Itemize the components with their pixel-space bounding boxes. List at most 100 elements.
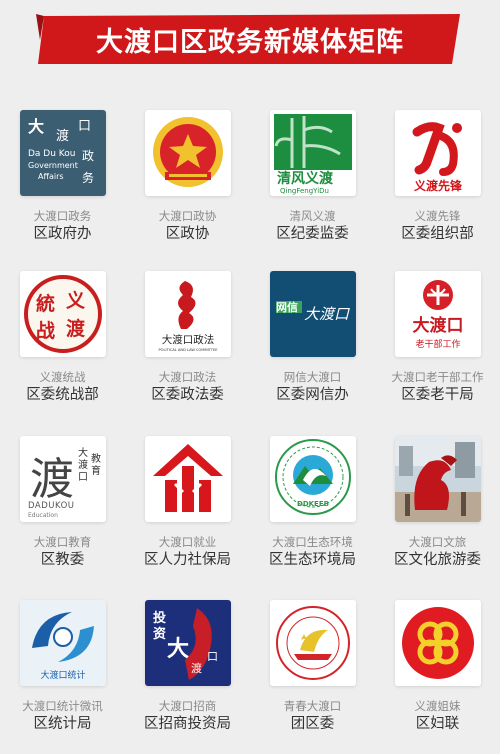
account-card-womens-federation[interactable]: 义渡姐妹 区妇联 xyxy=(375,600,500,733)
account-name: 大渡口生态环境 xyxy=(272,535,353,549)
political-legal-committee-seal-icon: 大渡口政法 POLITICAL AND LAW COMMITTEE xyxy=(144,271,231,357)
department-name: 区纪委监委 xyxy=(276,226,349,242)
svg-text:Government: Government xyxy=(28,161,78,170)
department-name: 区统计局 xyxy=(33,716,92,732)
department-name: 区招商投资局 xyxy=(144,716,231,732)
account-name: 网信大渡口 xyxy=(283,370,342,384)
department-name: 区委网信办 xyxy=(276,387,349,403)
yidu-tongzhan-seal-icon: 統 义 战 渡 xyxy=(19,271,106,357)
ecology-environment-logo-icon: DDKEEB xyxy=(269,436,356,522)
department-name: 区生态环境局 xyxy=(269,552,356,568)
department-name: 区政协 xyxy=(165,226,210,242)
department-name: 区政府办 xyxy=(33,226,92,242)
account-card-united-front[interactable]: 統 义 战 渡 义渡统战 区委统战部 xyxy=(0,271,125,404)
cppcc-emblem-icon xyxy=(144,110,231,196)
account-name: 大渡口统计微讯 xyxy=(22,699,103,713)
account-name: 清风义渡 xyxy=(289,209,336,223)
account-name: 义渡统战 xyxy=(39,370,86,384)
account-card-cppcc[interactable]: 大渡口政协 区政协 xyxy=(125,110,250,243)
investment-logo-icon: 投 资 大 渡 口 xyxy=(144,600,231,686)
svg-text:大渡口政法: 大渡口政法 xyxy=(161,333,214,346)
svg-text:Affairs: Affairs xyxy=(38,172,64,181)
account-name: 大渡口文旅 xyxy=(408,535,467,549)
svg-text:大: 大 xyxy=(78,446,88,459)
svg-text:DADUKOU: DADUKOU xyxy=(28,501,75,511)
account-card-government-office[interactable]: 大 渡 口 Da Du Kou Government Affairs 政 务 大… xyxy=(0,110,125,243)
employment-logo-icon xyxy=(144,436,231,522)
svg-text:义: 义 xyxy=(66,290,85,312)
department-name: 区文化旅游委 xyxy=(394,552,481,568)
svg-text:Da Du Kou: Da Du Kou xyxy=(28,149,75,159)
account-card-cyberspace-office[interactable]: 网信 大渡口 网信大渡口 区委网信办 xyxy=(250,271,375,404)
svg-text:网信: 网信 xyxy=(276,300,298,314)
account-card-human-resources[interactable]: 大渡口就业 区人力社保局 xyxy=(125,436,250,569)
veteran-cadres-logo-icon: 大渡口 老干部工作 xyxy=(394,271,481,357)
account-name: 大渡口就业 xyxy=(158,535,217,549)
svg-text:口: 口 xyxy=(78,119,91,134)
account-card-veteran-cadres[interactable]: 大渡口 老干部工作 大渡口老干部工作 区委老干局 xyxy=(375,271,500,404)
dadukou-government-affairs-logo-icon: 大 渡 口 Da Du Kou Government Affairs 政 务 xyxy=(19,110,106,196)
account-card-organization-dept[interactable]: 义渡先锋 义渡先锋 区委组织部 xyxy=(375,110,500,243)
account-name: 大渡口政务 xyxy=(33,209,92,223)
svg-text:渡: 渡 xyxy=(56,128,69,144)
account-card-education-commission[interactable]: 渡 大 渡 口 教 育 DADUKOU Education 大渡口教育 区教委 xyxy=(0,436,125,569)
svg-text:DDKEEB: DDKEEB xyxy=(297,500,329,508)
department-name: 区委政法委 xyxy=(151,387,224,403)
department-name: 区人力社保局 xyxy=(144,552,231,568)
account-name: 义渡先锋 xyxy=(414,209,461,223)
svg-text:口: 口 xyxy=(207,650,218,663)
svg-text:大: 大 xyxy=(28,117,44,136)
account-name: 义渡姐妹 xyxy=(414,699,461,713)
svg-text:渡: 渡 xyxy=(66,317,86,340)
svg-text:渡: 渡 xyxy=(78,458,88,471)
account-card-ecology-environment[interactable]: DDKEEB 大渡口生态环境 区生态环境局 xyxy=(250,436,375,569)
account-name: 大渡口教育 xyxy=(33,535,92,549)
svg-text:Education: Education xyxy=(28,512,58,519)
page-title: 大渡口区政务新媒体矩阵 xyxy=(96,26,404,58)
svg-text:投: 投 xyxy=(153,610,166,626)
svg-text:政: 政 xyxy=(82,149,94,163)
svg-text:务: 务 xyxy=(82,170,94,185)
account-name: 青春大渡口 xyxy=(283,699,342,713)
department-name: 区委组织部 xyxy=(401,226,474,242)
svg-text:渡: 渡 xyxy=(191,661,202,675)
account-name: 大渡口招商 xyxy=(158,699,217,713)
svg-text:战: 战 xyxy=(36,320,55,342)
svg-text:老干部工作: 老干部工作 xyxy=(415,338,460,350)
department-name: 区教委 xyxy=(40,552,85,568)
svg-text:资: 资 xyxy=(153,626,166,642)
yidu-xianfeng-logo-icon: 义渡先锋 xyxy=(394,110,481,196)
qingfeng-yidu-logo-icon: 清风义渡 QingFengYiDu xyxy=(269,110,356,196)
department-name: 区委统战部 xyxy=(26,387,99,403)
account-card-investment-bureau[interactable]: 投 资 大 渡 口 大渡口招商 区招商投资局 xyxy=(125,600,250,733)
svg-text:統: 統 xyxy=(36,292,55,315)
statistics-logo-icon: 大渡口统计 xyxy=(19,600,106,686)
department-name: 团区委 xyxy=(290,716,335,732)
womens-federation-logo-icon xyxy=(394,600,481,686)
wangxin-dadukou-logo-icon: 网信 大渡口 xyxy=(269,271,356,357)
svg-text:大渡口统计: 大渡口统计 xyxy=(40,669,85,681)
svg-text:大: 大 xyxy=(167,636,189,662)
svg-text:清风义渡: 清风义渡 xyxy=(277,170,334,187)
account-card-political-legal[interactable]: 大渡口政法 POLITICAL AND LAW COMMITTEE 大渡口政法 … xyxy=(125,271,250,404)
svg-text:口: 口 xyxy=(78,472,88,483)
svg-text:育: 育 xyxy=(91,464,101,477)
account-card-discipline-commission[interactable]: 清风义渡 QingFengYiDu 清风义渡 区纪委监委 xyxy=(250,110,375,243)
account-card-statistics-bureau[interactable]: 大渡口统计 大渡口统计微讯 区统计局 xyxy=(0,600,125,733)
account-card-culture-tourism[interactable]: 大渡口文旅 区文化旅游委 xyxy=(375,436,500,569)
education-logo-icon: 渡 大 渡 口 教 育 DADUKOU Education xyxy=(19,436,106,522)
svg-text:教: 教 xyxy=(91,452,101,465)
svg-text:大渡口: 大渡口 xyxy=(304,305,350,323)
culture-tourism-photo-icon xyxy=(394,436,481,522)
account-name: 大渡口政法 xyxy=(158,370,217,384)
youth-league-emblem-icon xyxy=(269,600,356,686)
svg-text:大渡口: 大渡口 xyxy=(412,315,463,336)
svg-text:POLITICAL AND LAW COMMITTEE: POLITICAL AND LAW COMMITTEE xyxy=(158,348,218,352)
svg-text:义渡先锋: 义渡先锋 xyxy=(412,178,462,193)
account-name: 大渡口老干部工作 xyxy=(391,370,484,384)
svg-text:渡: 渡 xyxy=(30,454,74,505)
svg-text:QingFengYiDu: QingFengYiDu xyxy=(280,187,329,195)
title-banner: 大渡口区政务新媒体矩阵 xyxy=(36,12,464,66)
department-name: 区妇联 xyxy=(415,716,460,732)
account-card-youth-league[interactable]: 青春大渡口 团区委 xyxy=(250,600,375,733)
